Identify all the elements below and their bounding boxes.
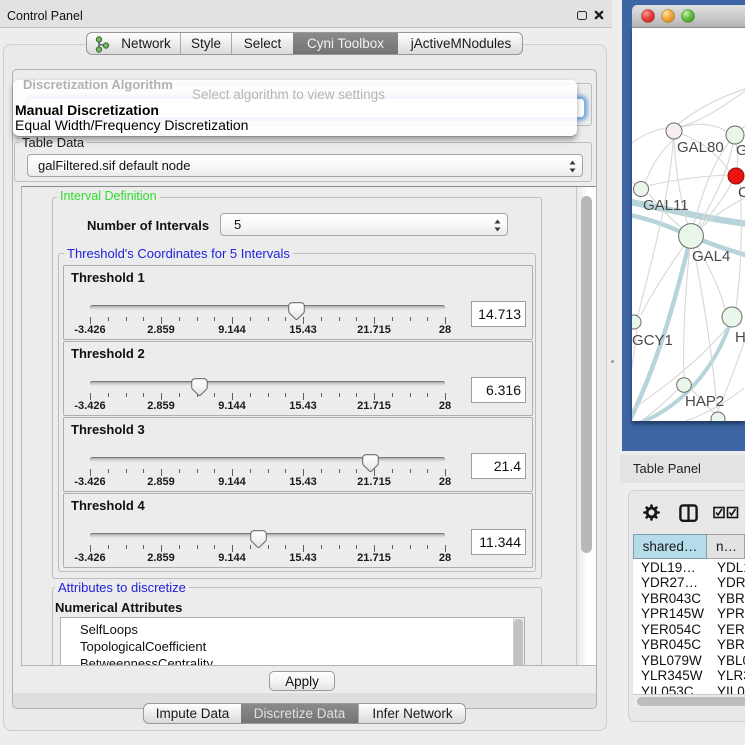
svg-text:GAL11: GAL11: [643, 197, 689, 214]
svg-text:CYC8: CYC8: [738, 184, 745, 201]
svg-text:GAL6: GAL6: [736, 142, 745, 159]
svg-text:HAP2: HAP2: [685, 393, 724, 410]
svg-text:GCY1: GCY1: [632, 332, 673, 349]
svg-text:HIS7: HIS7: [735, 329, 745, 346]
svg-text:GAL4: GAL4: [692, 248, 730, 265]
svg-text:GAL80: GAL80: [677, 139, 724, 156]
